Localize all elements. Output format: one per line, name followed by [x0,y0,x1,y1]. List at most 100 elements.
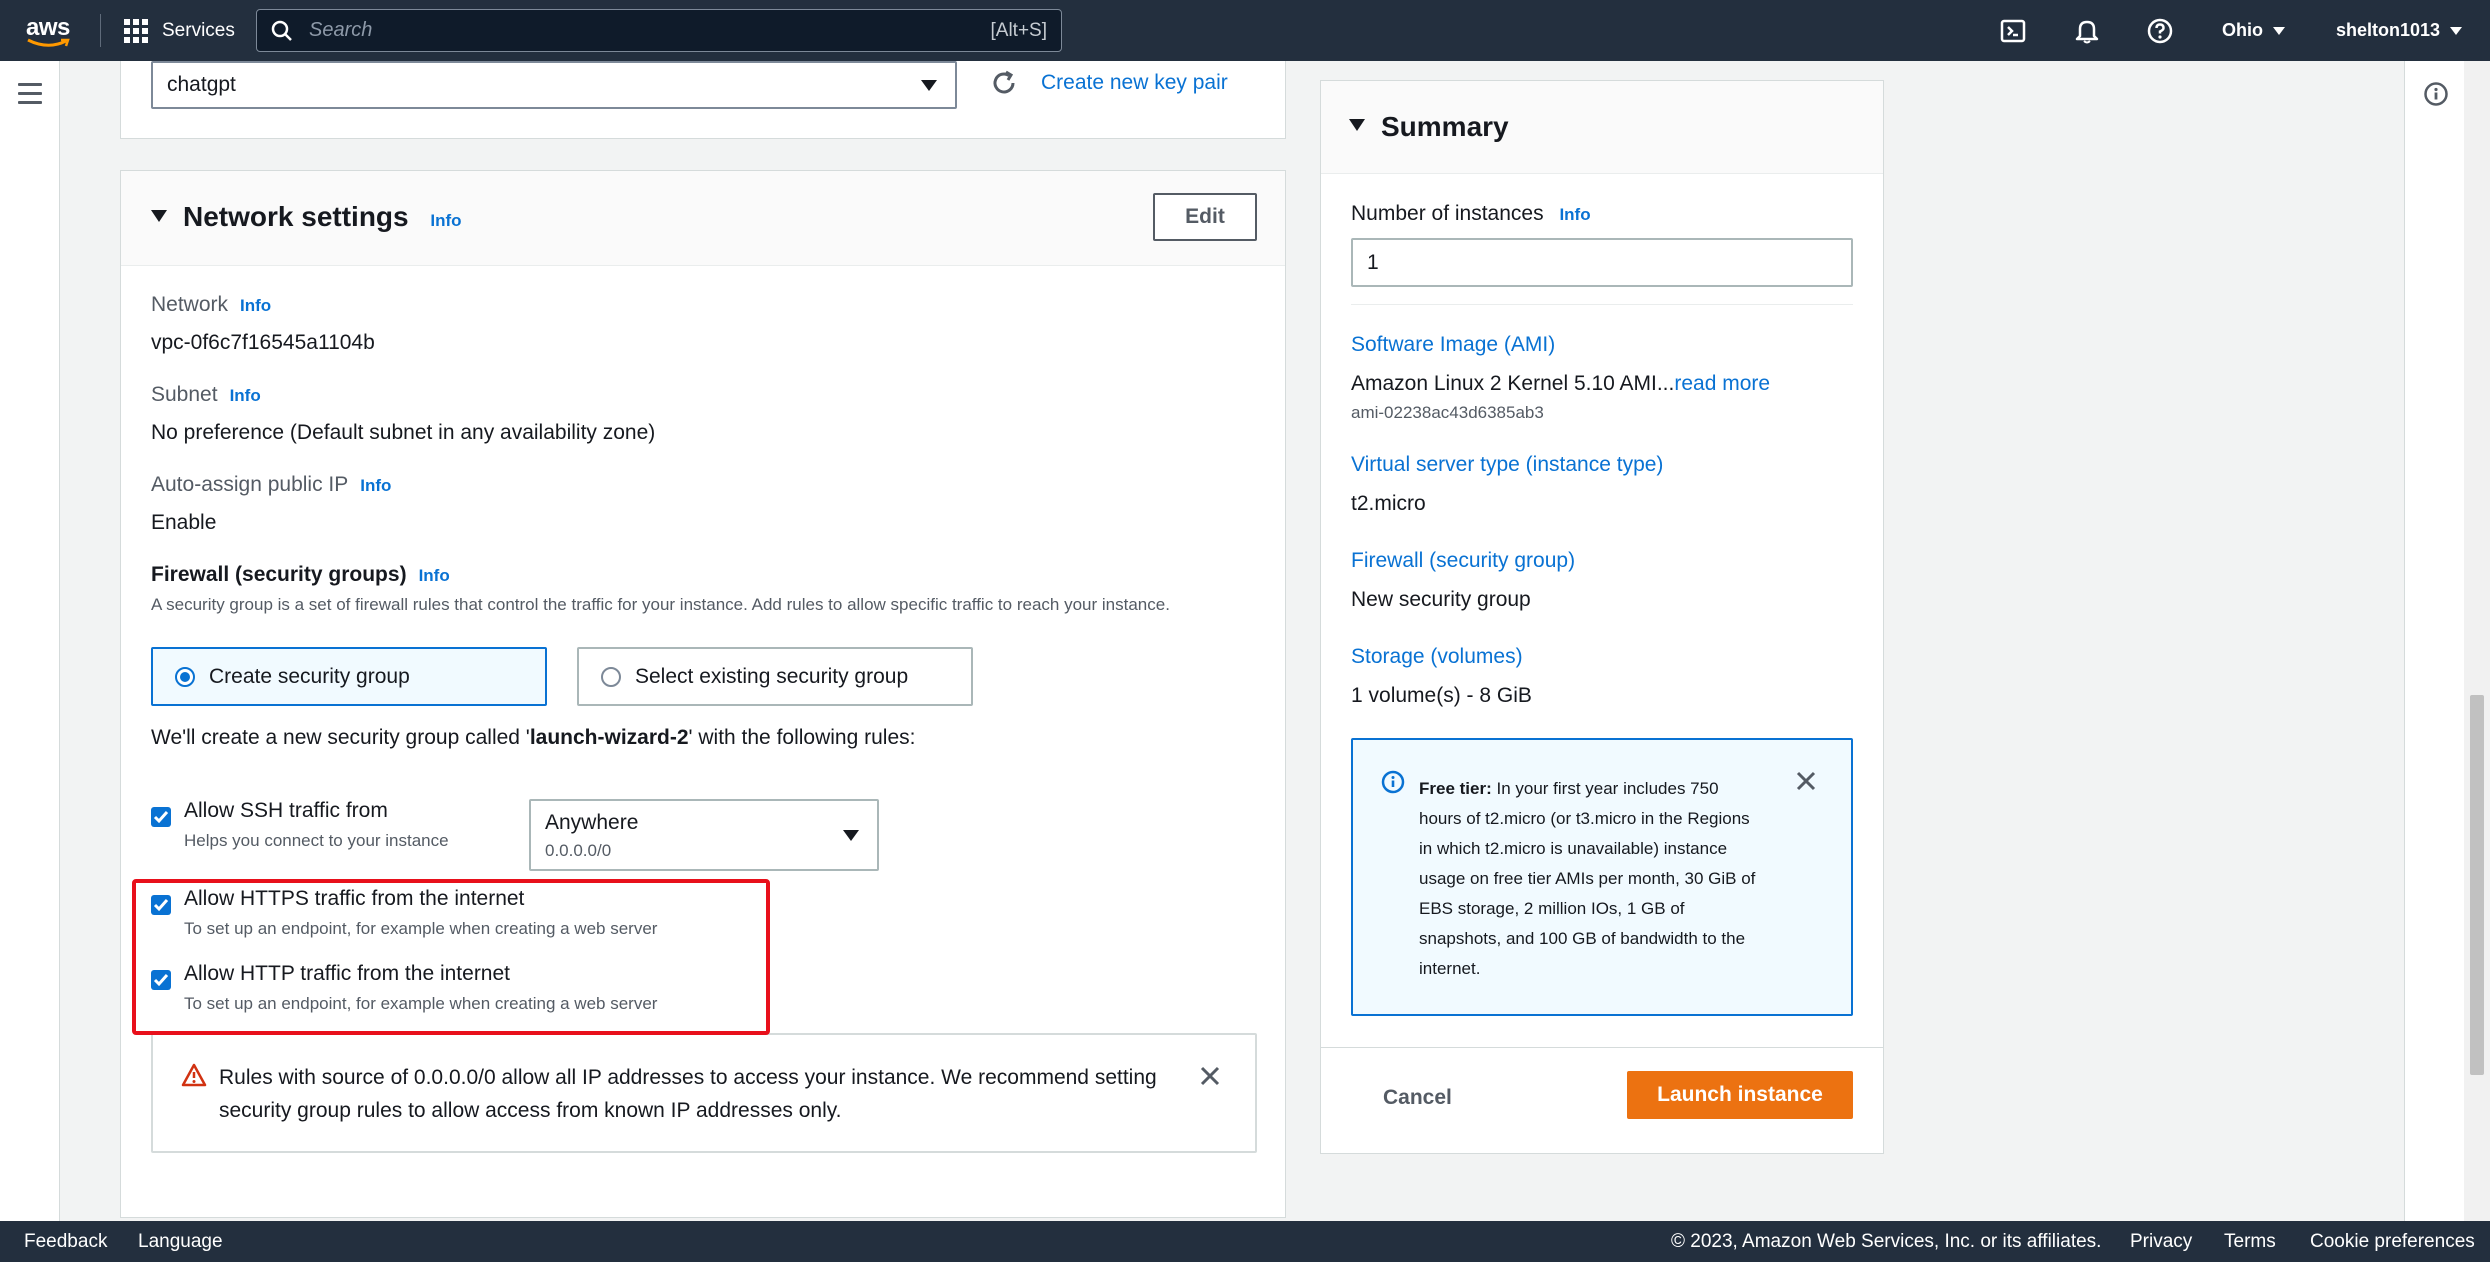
key-pair-value: chatgpt [167,73,236,96]
close-icon[interactable] [1199,1065,1221,1087]
info-link[interactable]: Info [1559,205,1590,224]
instances-label: Number of instances [1351,202,1544,225]
console-footer: Feedback Language © 2023, Amazon Web Ser… [0,1221,2490,1262]
summary-panel: Summary Number of instances Info 1 Softw… [1320,80,1884,1154]
firewall-label: Firewall (security groups) [151,563,407,586]
network-value: vpc-0f6c7f16545a1104b [151,331,375,354]
firewall-link[interactable]: Firewall (security group) [1351,549,1575,573]
ssh-source-value: Anywhere [545,811,639,834]
rule-ssh-description: Helps you connect to your instance [184,831,449,850]
summary-title: Summary [1381,111,1509,142]
number-of-instances-input[interactable]: 1 [1351,238,1853,287]
search-icon [271,20,292,41]
info-icon [1381,770,1405,794]
radio-selected-icon[interactable] [175,666,195,687]
warning-icon [181,1063,207,1087]
caret-down-icon [921,80,937,91]
grid-icon [124,18,148,43]
subnet-field-label: Subnet Info [151,383,261,407]
rules-note: We'll create a new security group called… [151,726,915,750]
create-security-group-label: Create security group [209,664,410,688]
privacy-link[interactable]: Privacy [2130,1231,2192,1253]
network-settings-title: Network settings [183,201,409,232]
page-scrollbar[interactable] [2464,61,2490,1221]
right-rail [2404,61,2464,1221]
region-label: Ohio [2222,20,2263,40]
expand-caret-icon[interactable] [1349,119,1365,131]
search-placeholder: Search [309,19,373,41]
storage-link[interactable]: Storage (volumes) [1351,645,1523,669]
refresh-icon[interactable] [989,68,1019,103]
chevron-down-icon [2450,26,2463,35]
services-menu-button[interactable]: Services [124,14,235,47]
section-title: Network settings Info [183,201,462,233]
ssh-source-cidr: 0.0.0.0/0 [545,841,612,860]
firewall-description: A security group is a set of firewall ru… [151,595,1170,614]
key-pair-select[interactable]: chatgpt [151,61,957,109]
ami-value-row: Amazon Linux 2 Kernel 5.10 AMI...read mo… [1351,372,1770,396]
network-settings-header: Network settings Info Edit [121,171,1285,266]
nav-divider [100,14,101,47]
left-rail [0,61,60,1221]
ami-link[interactable]: Software Image (AMI) [1351,333,1555,357]
info-link[interactable]: Info [430,211,461,230]
help-icon[interactable] [2143,14,2176,47]
public-ip-label: Auto-assign public IP [151,473,349,496]
security-group-name: launch-wizard-2 [529,726,689,749]
scrollbar-thumb[interactable] [2470,695,2484,1075]
create-key-pair-link[interactable]: Create new key pair [1041,71,1228,95]
key-pair-panel: chatgpt Create new key pair [120,61,1286,139]
username-label: shelton1013 [2336,20,2441,40]
info-panel-icon[interactable] [2423,81,2449,112]
ami-id: ami-02238ac43d6385ab3 [1351,403,1544,422]
firewall-field-label: Firewall (security groups) Info [151,563,450,587]
expand-caret-icon[interactable] [151,210,167,222]
menu-icon[interactable] [18,83,42,110]
public-ip-field-label: Auto-assign public IP Info [151,473,391,497]
search-input[interactable]: Search [Alt+S] [256,9,1062,52]
free-tier-body: In your first year includes 750 hours of… [1419,779,1756,978]
launch-instance-button[interactable]: Launch instance [1627,1071,1853,1119]
instance-type-link[interactable]: Virtual server type (instance type) [1351,453,1663,477]
caret-down-icon [843,830,859,841]
free-tier-alert: Free tier: In your first year includes 7… [1351,738,1853,1016]
top-navigation-bar: aws Services Search [Alt+S] Ohio shelton… [0,0,2490,61]
create-security-group-option[interactable]: Create security group [151,647,547,706]
cookie-preferences-link[interactable]: Cookie preferences [2310,1231,2475,1253]
network-field-label: Network Info [151,293,271,317]
language-link[interactable]: Language [138,1231,223,1253]
read-more-link[interactable]: read more [1674,372,1770,395]
feedback-link[interactable]: Feedback [24,1231,107,1253]
info-link[interactable]: Info [230,386,261,405]
free-tier-text: Free tier: In your first year includes 7… [1419,774,1759,984]
free-tier-title: Free tier: [1419,779,1492,798]
checkbox-checked-icon[interactable] [151,807,171,827]
instances-field-label: Number of instances Info [1351,202,1591,226]
cancel-button[interactable]: Cancel [1383,1086,1452,1110]
aws-logo[interactable]: aws [24,10,76,50]
info-link[interactable]: Info [240,296,271,315]
select-existing-security-group-option[interactable]: Select existing security group [577,647,973,706]
radio-unselected-icon[interactable] [601,666,621,687]
cloudshell-icon[interactable] [1996,14,2029,47]
subnet-label: Subnet [151,383,218,406]
chevron-down-icon [2273,26,2285,35]
summary-header: Summary [1321,81,1883,174]
info-link[interactable]: Info [419,566,450,585]
close-icon[interactable] [1795,770,1817,792]
open-access-warning: Rules with source of 0.0.0.0/0 allow all… [151,1033,1257,1153]
network-settings-panel: Network settings Info Edit Network Info v… [120,170,1286,1218]
bell-icon[interactable] [2070,14,2103,47]
account-menu[interactable]: shelton1013 [2336,14,2463,47]
warning-text: Rules with source of 0.0.0.0/0 allow all… [219,1066,1157,1122]
ssh-source-select[interactable]: Anywhere 0.0.0.0/0 [529,799,879,871]
terms-link[interactable]: Terms [2224,1231,2276,1253]
public-ip-value: Enable [151,511,217,534]
info-link[interactable]: Info [360,476,391,495]
network-label: Network [151,293,229,316]
edit-button[interactable]: Edit [1153,193,1257,241]
rules-note-suffix: ' with the following rules: [688,726,916,749]
region-selector[interactable]: Ohio [2222,14,2285,47]
ami-value: Amazon Linux 2 Kernel 5.10 AMI... [1351,372,1675,395]
search-shortcut: [Alt+S] [990,19,1048,41]
